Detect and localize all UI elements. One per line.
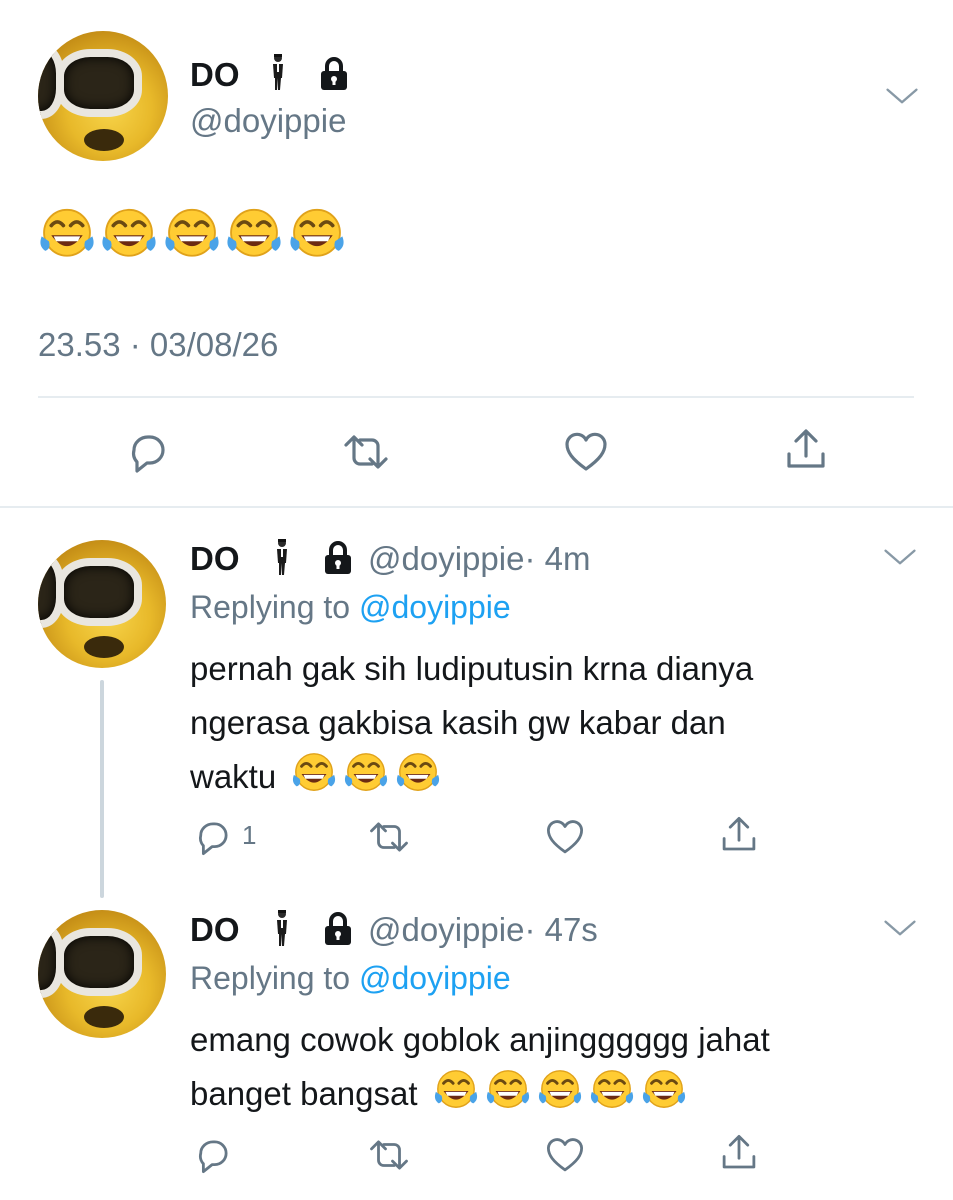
- replying-to: Replying to @doyippie: [190, 960, 511, 997]
- chevron-down-icon[interactable]: [884, 85, 920, 107]
- laughing-tears-emoji: [38, 205, 96, 263]
- laughing-tears-emoji: [537, 1067, 583, 1113]
- man-in-suit-levitating-icon: [272, 908, 292, 950]
- handle[interactable]: @doyippie· 4m: [368, 540, 590, 578]
- lock-icon: [316, 56, 352, 92]
- avatar[interactable]: [38, 540, 166, 668]
- text-line: ngerasa gakbisa kasih gw kabar dan: [190, 704, 726, 741]
- share-icon[interactable]: [718, 814, 760, 856]
- retweet-icon[interactable]: [366, 816, 412, 858]
- reply-icon[interactable]: [192, 1134, 234, 1176]
- chevron-down-icon[interactable]: [882, 917, 918, 939]
- laughing-tears-emoji: [288, 205, 346, 263]
- display-name[interactable]: DO: [190, 56, 240, 94]
- replying-to-link[interactable]: @doyippie: [359, 960, 511, 996]
- replying-to: Replying to @doyippie: [190, 589, 511, 626]
- like-icon[interactable]: [562, 428, 610, 476]
- avatar[interactable]: [38, 910, 166, 1038]
- lock-icon: [320, 911, 356, 947]
- share-icon[interactable]: [718, 1132, 760, 1174]
- thread-line: [100, 680, 104, 898]
- tweet-text: pernah gak sih ludiputusin krna dianya n…: [190, 642, 920, 804]
- laughing-tears-emoji: [291, 750, 337, 796]
- tweet-text: emang cowok goblok anjingggggg jahat ban…: [190, 1013, 920, 1121]
- man-in-suit-levitating-icon: [272, 537, 292, 579]
- handle[interactable]: @doyippie· 47s: [368, 911, 598, 949]
- avatar[interactable]: [38, 31, 168, 161]
- reply-icon[interactable]: [124, 428, 172, 476]
- text-line: banget bangsat: [190, 1075, 418, 1112]
- laughing-tears-emoji: [343, 750, 389, 796]
- laughing-tears-emoji: [433, 1067, 479, 1113]
- replying-to-link[interactable]: @doyippie: [359, 589, 511, 625]
- retweet-icon[interactable]: [366, 1134, 412, 1176]
- laughing-tears-emoji: [485, 1067, 531, 1113]
- display-name[interactable]: DO: [190, 911, 240, 949]
- timestamp[interactable]: 23.53 · 03/08/26: [38, 326, 278, 364]
- replying-to-label: Replying to: [190, 589, 351, 625]
- handle[interactable]: @doyippie: [190, 102, 346, 140]
- text-line-with-emojis: waktu: [190, 750, 920, 804]
- tweet-body-emojis: [38, 205, 346, 263]
- laughing-tears-emoji: [641, 1067, 687, 1113]
- display-name[interactable]: DO: [190, 540, 240, 578]
- chevron-down-icon[interactable]: [882, 546, 918, 568]
- text-line-with-emojis: banget bangsat: [190, 1067, 920, 1121]
- handle-text[interactable]: @doyippie: [368, 540, 524, 577]
- retweet-icon[interactable]: [340, 428, 392, 476]
- reply-icon[interactable]: [192, 816, 234, 858]
- man-in-suit-levitating-icon: [268, 52, 288, 94]
- laughing-tears-emoji: [100, 205, 158, 263]
- reply-count: 1: [242, 820, 257, 850]
- replying-to-label: Replying to: [190, 960, 351, 996]
- laughing-tears-emoji: [395, 750, 441, 796]
- text-line: pernah gak sih ludiputusin krna dianya: [190, 650, 754, 687]
- text-line: waktu: [190, 758, 277, 795]
- laughing-tears-emoji: [589, 1067, 635, 1113]
- laughing-tears-emoji: [225, 205, 283, 263]
- relative-time[interactable]: · 4m: [524, 540, 590, 577]
- share-icon[interactable]: [782, 426, 830, 474]
- like-icon[interactable]: [544, 816, 586, 858]
- like-icon[interactable]: [544, 1134, 586, 1176]
- relative-time[interactable]: · 47s: [524, 911, 597, 948]
- handle-text[interactable]: @doyippie: [368, 911, 524, 948]
- divider: [38, 396, 914, 398]
- laughing-tears-emoji: [163, 205, 221, 263]
- lock-icon: [320, 540, 356, 576]
- text-line: emang cowok goblok anjingggggg jahat: [190, 1021, 770, 1058]
- section-divider: [0, 506, 953, 508]
